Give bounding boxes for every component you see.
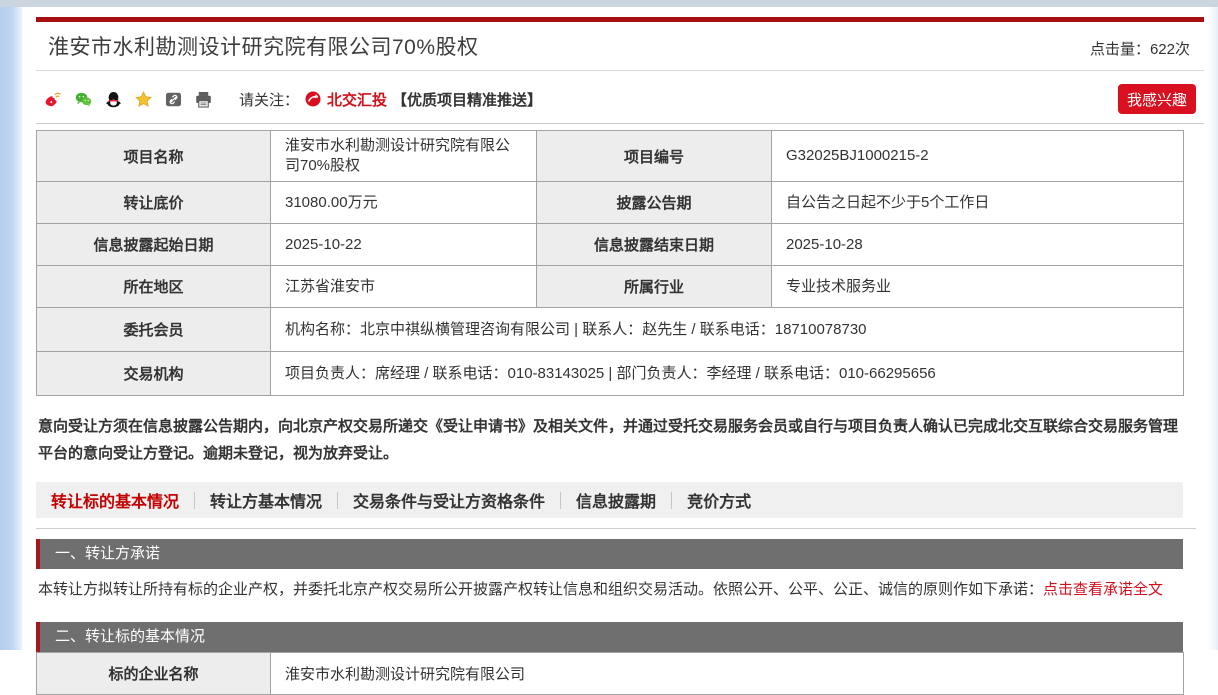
announce-period-label: 披露公告期 bbox=[536, 181, 772, 224]
view-full-commitment-link[interactable]: 点击查看承诺全文 bbox=[1043, 581, 1163, 598]
target-company-table: 标的企业名称 淮安市水利勘测设计研究院有限公司 bbox=[36, 652, 1184, 695]
tab-bidding-method[interactable]: 竞价方式 bbox=[672, 488, 766, 512]
right-edge-decoration bbox=[1208, 0, 1218, 650]
project-name-value: 淮安市水利勘测设计研究院有限公司70%股权 bbox=[270, 130, 537, 182]
table-row: 信息披露起始日期 2025-10-22 信息披露结束日期 2025-10-28 bbox=[36, 223, 1184, 266]
share-icons bbox=[44, 90, 213, 109]
weibo-icon[interactable] bbox=[44, 90, 63, 109]
trading-agency-value: 项目负责人：席经理 / 联系电话：010-83143025 | 部门负责人：李经… bbox=[270, 351, 1184, 396]
follow-label: 请关注： bbox=[239, 91, 300, 109]
qq-icon[interactable] bbox=[104, 90, 123, 109]
industry-label: 所属行业 bbox=[536, 265, 772, 308]
region-label: 所在地区 bbox=[36, 265, 271, 308]
commitment-text: 本转让方拟转让所持有标的企业产权，并委托北京产权交易所公开披露产权转让信息和组织… bbox=[36, 569, 1183, 612]
entrusted-member-label: 委托会员 bbox=[36, 307, 271, 352]
favorite-star-icon[interactable] bbox=[134, 90, 153, 109]
page-title: 淮安市水利勘测设计研究院有限公司70%股权 bbox=[48, 36, 479, 59]
project-name-label: 项目名称 bbox=[36, 130, 271, 182]
table-row: 交易机构 项目负责人：席经理 / 联系电话：010-83143025 | 部门负… bbox=[36, 351, 1184, 396]
table-row: 所在地区 江苏省淮安市 所属行业 专业技术服务业 bbox=[36, 265, 1184, 308]
follow-note: 【优质项目精准推送】 bbox=[392, 91, 543, 109]
tab-transfer-target-basic[interactable]: 转让标的基本情况 bbox=[36, 488, 194, 512]
commitment-body: 本转让方拟转让所持有标的企业产权，并委托北京产权交易所公开披露产权转让信息和组织… bbox=[38, 581, 1044, 598]
left-edge-decoration bbox=[0, 0, 22, 650]
disclosure-end-label: 信息披露结束日期 bbox=[536, 223, 772, 266]
title-row: 淮安市水利勘测设计研究院有限公司70%股权 点击量：622次 bbox=[36, 22, 1204, 71]
announce-period-value: 自公告之日起不少于5个工作日 bbox=[771, 181, 1184, 224]
tab-transferor-basic[interactable]: 转让方基本情况 bbox=[195, 488, 337, 512]
follow-prompt: 请关注： 北交汇投 【优质项目精准推送】 bbox=[239, 89, 542, 110]
hit-counter-label: 点击量： bbox=[1089, 41, 1150, 58]
hit-counter: 点击量：622次 bbox=[1090, 38, 1190, 61]
tab-disclosure-period[interactable]: 信息披露期 bbox=[561, 488, 671, 512]
interested-button[interactable]: 我感兴趣 bbox=[1118, 84, 1196, 114]
registration-notice: 意向受让方须在信息披露公告期内，向北京产权交易所递交《受让申请书》及相关文件，并… bbox=[38, 418, 1179, 462]
target-company-value: 淮安市水利勘测设计研究院有限公司 bbox=[270, 652, 1184, 695]
copy-link-icon[interactable] bbox=[164, 90, 183, 109]
disclosure-start-value: 2025-10-22 bbox=[270, 223, 537, 266]
disclosure-start-label: 信息披露起始日期 bbox=[36, 223, 271, 266]
disclosure-end-value: 2025-10-28 bbox=[771, 223, 1184, 266]
table-row: 项目名称 淮安市水利勘测设计研究院有限公司70%股权 项目编号 G32025BJ… bbox=[36, 130, 1184, 182]
entrusted-member-value: 机构名称：北京中祺纵横管理咨询有限公司 | 联系人：赵先生 / 联系电话：187… bbox=[270, 307, 1184, 352]
section-heading-transferor-commitment: 一、转让方承诺 bbox=[36, 539, 1183, 569]
floor-price-value: 31080.00万元 bbox=[270, 181, 537, 224]
wechat-icon[interactable] bbox=[74, 90, 93, 109]
hit-counter-value: 622次 bbox=[1149, 41, 1190, 58]
section-tabbar: 转让标的基本情况 转让方基本情况 交易条件与受让方资格条件 信息披露期 竞价方式 bbox=[36, 482, 1183, 518]
project-info-table: 项目名称 淮安市水利勘测设计研究院有限公司70%股权 项目编号 G32025BJ… bbox=[36, 130, 1184, 396]
follow-brand-link[interactable]: 北交汇投 bbox=[327, 89, 387, 110]
table-row: 转让底价 31080.00万元 披露公告期 自公告之日起不少于5个工作日 bbox=[36, 181, 1184, 224]
project-number-label: 项目编号 bbox=[536, 130, 772, 182]
content-divider bbox=[36, 528, 1196, 529]
bjhuitou-logo-icon bbox=[304, 90, 322, 108]
table-row: 委托会员 机构名称：北京中祺纵横管理咨询有限公司 | 联系人：赵先生 / 联系电… bbox=[36, 307, 1184, 352]
table-row: 标的企业名称 淮安市水利勘测设计研究院有限公司 bbox=[36, 652, 1184, 695]
target-company-label: 标的企业名称 bbox=[36, 652, 271, 695]
floor-price-label: 转让底价 bbox=[36, 181, 271, 224]
industry-value: 专业技术服务业 bbox=[771, 265, 1184, 308]
share-toolbar: 请关注： 北交汇投 【优质项目精准推送】 我感兴趣 bbox=[36, 71, 1204, 124]
trading-agency-label: 交易机构 bbox=[36, 351, 271, 396]
page-container: 淮安市水利勘测设计研究院有限公司70%股权 点击量：622次 请关注： 北交汇投… bbox=[36, 0, 1204, 695]
project-number-value: G32025BJ1000215-2 bbox=[771, 130, 1184, 182]
region-value: 江苏省淮安市 bbox=[270, 265, 537, 308]
tab-conditions-qualifications[interactable]: 交易条件与受让方资格条件 bbox=[338, 488, 560, 512]
section-heading-target-basic-info: 二、转让标的基本情况 bbox=[36, 622, 1183, 652]
print-icon[interactable] bbox=[194, 90, 213, 109]
